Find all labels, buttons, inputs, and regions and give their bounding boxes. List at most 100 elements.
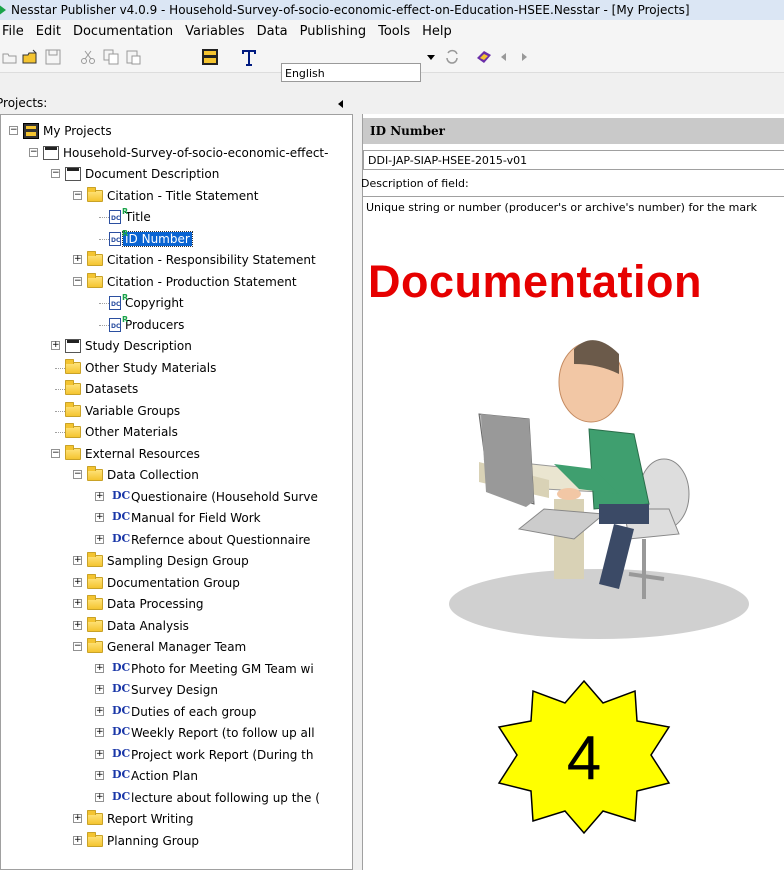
- tree-node[interactable]: DC Action Plan: [109, 766, 198, 786]
- tree-node-label: My Projects: [43, 124, 112, 138]
- tree-expander-icon[interactable]: +: [73, 620, 82, 630]
- forward-icon[interactable]: [520, 53, 528, 61]
- menu-publishing[interactable]: Publishing: [294, 24, 372, 39]
- tree-expander-icon[interactable]: +: [95, 771, 104, 780]
- tree-node[interactable]: Data Processing: [87, 594, 204, 614]
- open-folder-icon[interactable]: [2, 49, 18, 65]
- tree-expander-icon[interactable]: +: [95, 728, 104, 737]
- tree-node-label: ID Number: [122, 230, 193, 247]
- tree-node[interactable]: DC Weekly Report (to follow up all: [109, 723, 315, 743]
- tree-expander-icon[interactable]: +: [73, 835, 82, 845]
- tree-expander-icon[interactable]: +: [95, 663, 104, 673]
- tree-expander-icon[interactable]: −: [73, 642, 82, 651]
- tree-node[interactable]: General Manager Team: [87, 637, 246, 657]
- tree-node[interactable]: DC Manual for Field Work: [109, 508, 261, 528]
- tree-node-label: Citation - Responsibility Statement: [107, 253, 316, 267]
- tree-node[interactable]: DC Survey Design: [109, 680, 218, 700]
- tree-node[interactable]: DC Project work Report (During th: [109, 745, 313, 765]
- tree-node[interactable]: DC Duties of each group: [109, 702, 256, 722]
- tree-expander-icon[interactable]: +: [73, 556, 82, 565]
- tree-node[interactable]: Data Collection: [87, 465, 199, 485]
- tree-node[interactable]: Variable Groups: [65, 401, 180, 421]
- collapse-panel-icon[interactable]: [338, 100, 343, 108]
- menu-edit[interactable]: Edit: [30, 24, 67, 39]
- menu-file[interactable]: File: [0, 24, 30, 39]
- tree-node[interactable]: Data Analysis: [87, 616, 189, 636]
- tree-node[interactable]: Document Description: [65, 164, 219, 184]
- tree-node[interactable]: Sampling Design Group: [87, 551, 249, 571]
- tree-expander-icon[interactable]: +: [95, 513, 104, 522]
- text-icon[interactable]: [240, 47, 258, 67]
- title-bar: Nesstar Publisher v4.0.9 - Household-Sur…: [0, 0, 784, 20]
- tree-expander-icon[interactable]: −: [51, 448, 60, 458]
- menu-help[interactable]: Help: [416, 24, 458, 39]
- tree-expander-icon[interactable]: +: [95, 685, 104, 694]
- tree-node[interactable]: Planning Group: [87, 831, 199, 851]
- dataset-icon[interactable]: [200, 47, 220, 67]
- tree-node[interactable]: RTitle: [109, 207, 151, 227]
- tree-node[interactable]: Documentation Group: [87, 573, 240, 593]
- tree-node[interactable]: DC Photo for Meeting GM Team wi: [109, 659, 314, 679]
- tree-node[interactable]: DC Questionaire (Household Surve: [109, 487, 318, 507]
- dc-field-icon: R: [109, 293, 128, 310]
- tree-node[interactable]: Other Materials: [65, 422, 178, 442]
- menu-data[interactable]: Data: [251, 24, 294, 39]
- tree-node[interactable]: My Projects: [23, 121, 112, 141]
- tree-node[interactable]: Study Description: [65, 336, 192, 356]
- tree-expander-icon[interactable]: −: [73, 190, 82, 200]
- tree-expander-icon[interactable]: +: [73, 599, 82, 608]
- panel-splitter[interactable]: [353, 114, 361, 870]
- tree-expander-icon[interactable]: −: [29, 147, 38, 157]
- copy-icon[interactable]: [103, 49, 119, 65]
- tree-expander-icon[interactable]: +: [95, 749, 104, 759]
- tree-node-label: Report Writing: [107, 812, 194, 826]
- tree-node[interactable]: DC Refernce about Questionnaire: [109, 530, 310, 550]
- tree-node[interactable]: RCopyright: [109, 293, 184, 313]
- tree-expander-icon[interactable]: +: [95, 792, 104, 802]
- book-icon[interactable]: [476, 49, 492, 65]
- field-name-header: ID Number: [363, 118, 784, 144]
- paste-icon[interactable]: [125, 49, 141, 65]
- language-dropdown-icon[interactable]: [426, 52, 436, 62]
- tree-node[interactable]: Household-Survey-of-socio-economic-effec…: [43, 143, 328, 163]
- tree-node-label: Survey Design: [131, 683, 218, 697]
- tree-node-label: External Resources: [85, 446, 200, 461]
- doc-description-icon: [65, 167, 81, 181]
- language-select[interactable]: English: [281, 63, 421, 82]
- tree-node[interactable]: External Resources: [65, 444, 200, 464]
- tree-expander-icon[interactable]: +: [95, 706, 104, 716]
- tree-node[interactable]: Citation - Title Statement: [87, 186, 258, 206]
- save-icon[interactable]: [45, 49, 61, 65]
- refresh-icon[interactable]: [444, 49, 460, 65]
- tree-node[interactable]: DC lecture about following up the (: [109, 788, 320, 808]
- open-icon[interactable]: [22, 49, 38, 65]
- tree-node-label: lecture about following up the (: [131, 790, 320, 805]
- tree-expander-icon[interactable]: +: [51, 341, 60, 350]
- tree-node[interactable]: Citation - Production Statement: [87, 272, 297, 292]
- tree-expander-icon[interactable]: −: [73, 276, 82, 286]
- tree-node[interactable]: RProducers: [109, 315, 184, 335]
- tree-node[interactable]: RID Number: [109, 229, 193, 249]
- tree-node[interactable]: Other Study Materials: [65, 358, 216, 378]
- back-icon[interactable]: [500, 53, 508, 61]
- menu-documentation[interactable]: Documentation: [67, 24, 179, 39]
- field-value-input[interactable]: DDI-JAP-SIAP-HSEE-2015-v01: [363, 150, 784, 170]
- tree-expander-icon[interactable]: −: [73, 470, 82, 479]
- description-label: Description of field:: [361, 177, 469, 190]
- tree-node[interactable]: Datasets: [65, 379, 138, 399]
- tree-expander-icon[interactable]: +: [95, 491, 104, 501]
- cut-icon[interactable]: [80, 49, 96, 65]
- tree-expander-icon[interactable]: −: [9, 126, 18, 135]
- tree-node-label: Household-Survey-of-socio-economic-effec…: [63, 145, 329, 160]
- tree-expander-icon[interactable]: −: [51, 169, 60, 178]
- tree-node[interactable]: Report Writing: [87, 809, 193, 829]
- folder-icon: [87, 595, 103, 610]
- menu-tools[interactable]: Tools: [372, 24, 416, 39]
- tree-node-label: Citation - Title Statement: [107, 188, 259, 203]
- tree-expander-icon[interactable]: +: [73, 814, 82, 823]
- tree-expander-icon[interactable]: +: [95, 534, 104, 544]
- tree-node[interactable]: Citation - Responsibility Statement: [87, 250, 316, 270]
- tree-expander-icon[interactable]: +: [73, 577, 82, 587]
- menu-variables[interactable]: Variables: [179, 24, 250, 39]
- tree-expander-icon[interactable]: +: [73, 255, 82, 264]
